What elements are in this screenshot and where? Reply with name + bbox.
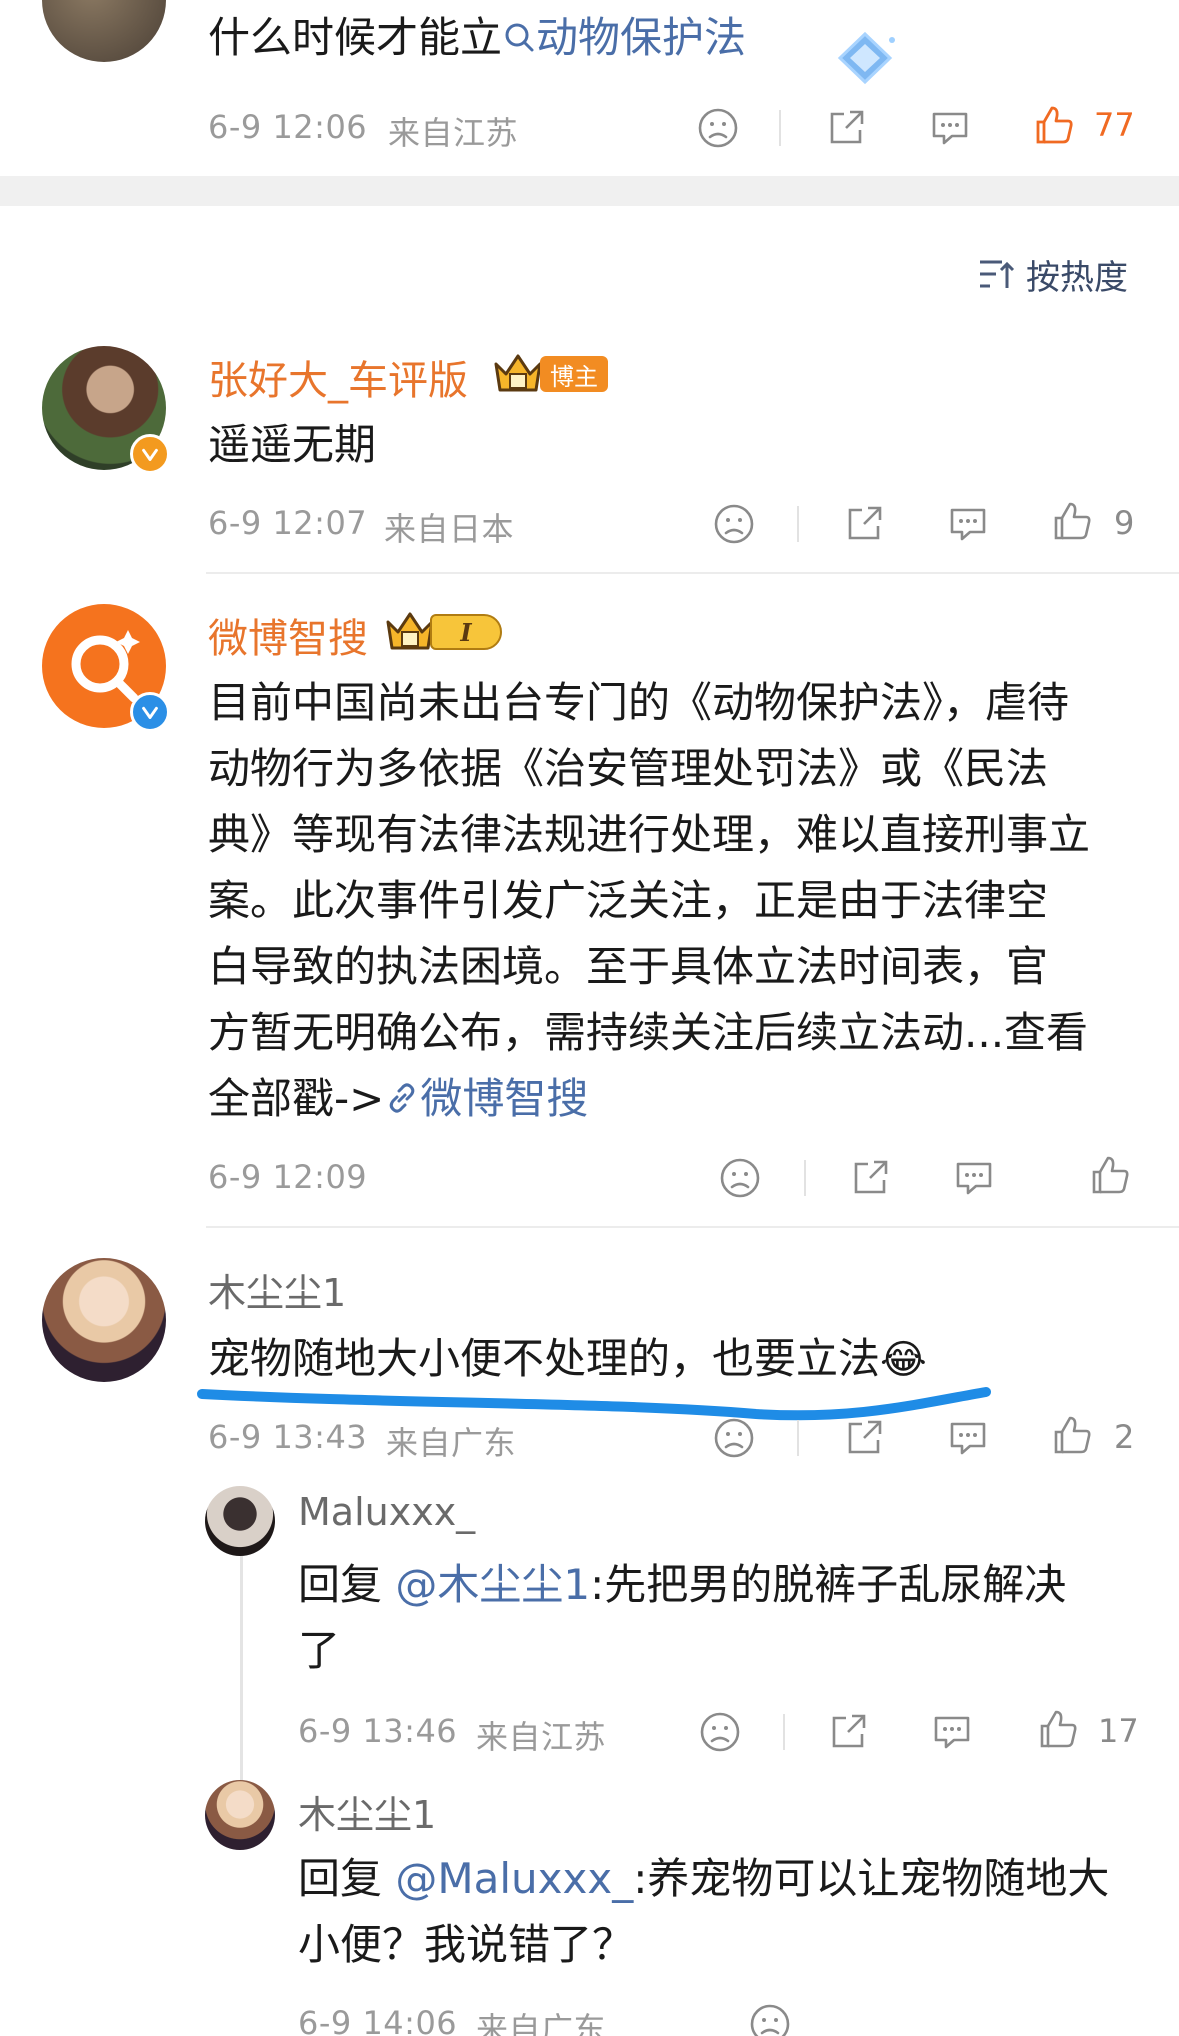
comment-icon[interactable]: [952, 1156, 996, 1200]
share-icon[interactable]: [842, 1416, 886, 1460]
thumbs-up-icon[interactable]: [1088, 1154, 1132, 1198]
commenter-name[interactable]: 微博智搜: [208, 606, 368, 664]
avatar[interactable]: [42, 1258, 166, 1382]
crown-icon: [492, 350, 544, 396]
sad-face-icon[interactable]: [712, 502, 756, 546]
sort-icon: [976, 254, 1016, 294]
comment-text: 什么时候才能立 动物保护法: [208, 8, 746, 68]
divider: [797, 1420, 799, 1456]
reply-prefix: 回复: [298, 1854, 383, 1903]
comment-location: 来自广东: [386, 1424, 517, 1462]
reply-text-body: :先把男的脱裤子乱尿解决: [590, 1560, 1067, 1609]
sort-label: 按热度: [1026, 257, 1128, 298]
reply-text-line: 小便？我说错了？: [298, 1920, 635, 1969]
divider: [804, 1160, 806, 1196]
comment-text-line: 案。此次事件引发广泛关注，正是由于法律空: [208, 876, 1049, 925]
topic-link-text: 动物保护法: [536, 13, 747, 62]
thumbs-up-icon[interactable]: [1050, 500, 1094, 544]
reply-text-line: 回复 @Maluxxx_:养宠物可以让宠物随地大: [298, 1846, 1158, 1912]
verified-icon: [130, 434, 170, 474]
sort-button[interactable]: 按热度: [976, 250, 1128, 298]
verified-icon: [130, 692, 170, 732]
comment-time: 6-9 13:43: [208, 1418, 368, 1456]
share-icon[interactable]: [824, 106, 868, 150]
badge-label: I: [460, 617, 472, 647]
reply-text-line: 了: [298, 1626, 341, 1675]
sad-face-icon[interactable]: [712, 1416, 756, 1460]
divider: [779, 110, 781, 146]
comment-time: 6-9 12:06: [208, 108, 368, 146]
reply-prefix: 回复: [298, 1560, 383, 1609]
thumbs-up-icon[interactable]: [1050, 1414, 1094, 1458]
comment-text: 目前中国尚未出台专门的《动物保护法》，虐待 动物行为多依据《治安管理处罚法》或《…: [208, 670, 1168, 1132]
reply-author-name[interactable]: Maluxxx_: [298, 1490, 475, 1534]
thumbs-up-icon[interactable]: [1032, 104, 1076, 148]
sad-face-icon[interactable]: [698, 1710, 742, 1754]
thumbs-up-icon[interactable]: [1036, 1708, 1080, 1752]
search-icon: [502, 10, 536, 52]
reply-text: 回复 @Maluxxx_:养宠物可以让宠物随地大 小便？我说错了？: [298, 1846, 1158, 1978]
reply-thread-line: [240, 1556, 243, 1786]
weibo-search-link[interactable]: 微博智搜: [384, 1074, 588, 1123]
like-count: 9: [1114, 504, 1135, 542]
comment-icon[interactable]: [946, 1416, 990, 1460]
blogger-badge: 博主: [540, 356, 608, 392]
reply-author-name[interactable]: 木尘尘1: [298, 1784, 436, 1839]
share-icon[interactable]: [848, 1156, 892, 1200]
divider: [783, 1714, 785, 1750]
commenter-name[interactable]: 木尘尘1: [208, 1262, 346, 1317]
sad-face-icon[interactable]: [748, 2002, 792, 2036]
reply-location: 来自江苏: [476, 1718, 607, 1756]
comment-text-line: 典》等现有法律法规进行处理，难以直接刑事立: [208, 810, 1091, 859]
avatar[interactable]: [205, 1780, 275, 1850]
divider: [206, 1226, 1179, 1228]
reply-text: 回复 @木尘尘1:先把男的脱裤子乱尿解决 了: [298, 1552, 1158, 1684]
share-icon[interactable]: [842, 502, 886, 546]
like-count: 77: [1094, 106, 1135, 144]
reply-time: 6-9 13:46: [298, 1712, 458, 1750]
level-badge: I: [430, 614, 502, 650]
comment-location: 来自江苏: [388, 114, 519, 152]
sad-face-icon[interactable]: [718, 1156, 762, 1200]
comment-text-line: 白导致的执法困境。至于具体立法时间表，官: [208, 942, 1049, 991]
comment-icon[interactable]: [930, 1710, 974, 1754]
diamond-icon: [830, 30, 900, 86]
commenter-name[interactable]: 张好大_车评版: [208, 348, 468, 406]
comment-icon[interactable]: [946, 502, 990, 546]
avatar[interactable]: [205, 1486, 275, 1556]
comment-time: 6-9 12:07: [208, 504, 368, 542]
share-icon[interactable]: [826, 1710, 870, 1754]
comment-time: 6-9 12:09: [208, 1158, 368, 1196]
comment-text-line: 目前中国尚未出台专门的《动物保护法》，虐待: [208, 678, 1070, 727]
comment-text-line: 全部戳-> 微博智搜: [208, 1066, 1168, 1132]
comment-location: 来自日本: [384, 510, 515, 548]
sad-face-icon[interactable]: [696, 106, 740, 150]
crown-icon: [384, 608, 436, 654]
badge-label: 博主: [550, 362, 598, 391]
mention-link[interactable]: @木尘尘1: [395, 1560, 590, 1609]
mention-link[interactable]: @Maluxxx_: [395, 1854, 633, 1903]
comment-text: 遥遥无期: [208, 420, 377, 469]
comment-icon[interactable]: [928, 106, 972, 150]
weibo-search-link-text: 微博智搜: [420, 1074, 589, 1123]
avatar[interactable]: [42, 0, 166, 62]
comment-text-line: 动物行为多依据《治安管理处罚法》或《民法: [208, 744, 1049, 793]
comment-text-prefix: 什么时候才能立: [208, 13, 503, 62]
like-count: 2: [1114, 1418, 1135, 1456]
like-count: 17: [1098, 1712, 1139, 1750]
reply-time: 6-9 14:06: [298, 2004, 458, 2036]
section-divider: [0, 176, 1179, 206]
reply-text-line: 回复 @木尘尘1:先把男的脱裤子乱尿解决: [298, 1552, 1158, 1618]
topic-link[interactable]: 动物保护法: [502, 13, 746, 62]
reply-location: 来自广东: [476, 2010, 607, 2036]
reply-text-body: :养宠物可以让宠物随地大: [633, 1854, 1110, 1903]
divider: [206, 572, 1179, 574]
comment-text-line: 方暂无明确公布，需持续关注后续立法动...查看: [208, 1008, 1089, 1057]
see-all-text[interactable]: 全部戳->: [208, 1074, 384, 1123]
divider: [797, 506, 799, 542]
link-icon: [384, 1069, 420, 1113]
